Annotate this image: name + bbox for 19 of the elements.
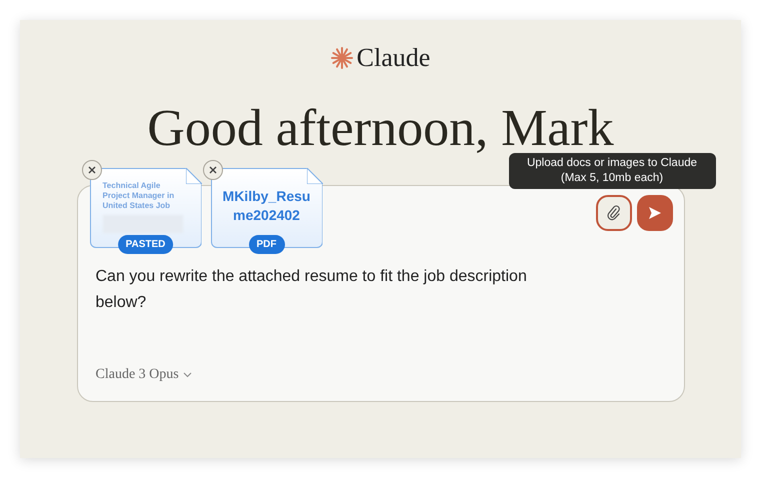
attachment-type-badge: PASTED	[118, 235, 174, 254]
pasted-text-preview: Technical Agile Project Manager in United States Job	[102, 181, 176, 211]
starburst-logo-icon	[330, 46, 353, 68]
send-icon	[648, 206, 662, 220]
remove-attachment-button[interactable]	[202, 160, 222, 180]
chevron-down-icon	[182, 372, 192, 378]
remove-attachment-button[interactable]	[82, 160, 102, 180]
message-text[interactable]: Can you rewrite the attached resume to fit the job description below?	[96, 264, 566, 316]
close-icon	[208, 166, 216, 174]
send-button[interactable]	[636, 195, 672, 231]
greeting-heading: Good afternoon, Mark	[147, 99, 614, 158]
logo-text: Claude	[356, 42, 430, 74]
tooltip-subtext: (Max 5, 10mb each)	[560, 171, 664, 186]
tooltip-text: Upload docs or images to Claude	[526, 156, 698, 171]
file-name: MKilby_Resume202402	[222, 187, 312, 225]
paperclip-icon	[606, 205, 620, 221]
attach-button[interactable]	[596, 195, 632, 231]
model-selector[interactable]: Claude 3 Opus	[96, 364, 666, 385]
close-icon	[88, 166, 96, 174]
